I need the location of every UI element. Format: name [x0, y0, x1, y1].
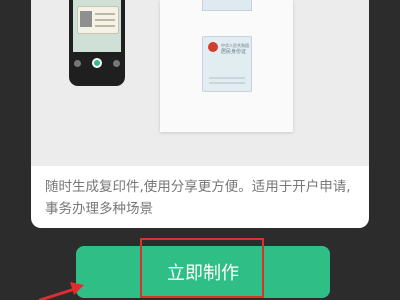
- id-card-back-illustration: [202, 0, 252, 11]
- id-card-detail-line: [209, 82, 245, 84]
- phone-camera-controls: [69, 56, 125, 70]
- id-card-illustration: 中华人民共和国 居民身份证: [202, 36, 252, 92]
- phone-scan-illustration: [69, 0, 125, 86]
- phone-screen: [73, 0, 121, 52]
- feature-description: 随时生成复印件,使用分享更方便。适用于开户申请,事务办理多种场景: [45, 179, 351, 217]
- card-text-lines: [95, 13, 115, 31]
- preview-illustration: 中华人民共和国 居民身份证: [31, 0, 369, 166]
- shutter-icon: [91, 58, 102, 68]
- switch-icon: [112, 59, 120, 67]
- card-photo: [80, 11, 92, 27]
- copy-paper-illustration: 中华人民共和国 居民身份证: [160, 0, 293, 132]
- id-card-title: 中华人民共和国: [221, 43, 249, 48]
- feature-card: 中华人民共和国 居民身份证 随时生成复印件,使用分享更方便。适用于开户申请,事务…: [31, 0, 369, 228]
- create-now-label: 立即制作: [167, 263, 239, 283]
- scanned-card-thumbnail: [77, 6, 119, 34]
- create-now-button[interactable]: 立即制作: [76, 246, 330, 298]
- gallery-icon: [74, 59, 82, 67]
- national-emblem-icon: [208, 42, 218, 52]
- id-card-detail-line: [209, 77, 245, 79]
- id-card-name: 居民身份证: [221, 49, 247, 55]
